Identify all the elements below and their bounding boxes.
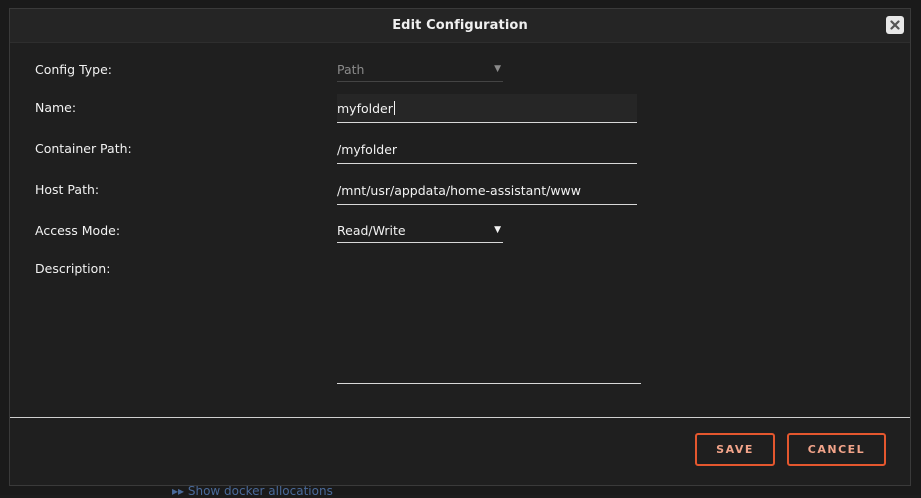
save-button[interactable]: SAVE xyxy=(695,433,775,466)
access-mode-select[interactable]: Read/Write ▼ xyxy=(337,221,503,243)
dialog-titlebar: Edit Configuration xyxy=(10,9,910,43)
text-cursor xyxy=(393,101,395,115)
container-path-value: /myfolder xyxy=(337,142,398,157)
description-label: Description: xyxy=(35,261,111,276)
edit-configuration-dialog: Edit Configuration Config Type: Path ▼ N… xyxy=(9,8,911,486)
container-path-input[interactable]: /myfolder xyxy=(337,135,637,164)
description-textarea[interactable] xyxy=(337,255,641,384)
access-mode-label: Access Mode: xyxy=(35,223,121,238)
name-input[interactable]: myfolder xyxy=(337,94,637,123)
host-path-label: Host Path: xyxy=(35,182,100,197)
container-path-label: Container Path: xyxy=(35,141,132,156)
cancel-button[interactable]: CANCEL xyxy=(787,433,886,466)
show-docker-allocations-link[interactable]: ▸▸ Show docker allocations xyxy=(172,484,333,498)
host-path-input[interactable]: /mnt/usr/appdata/home-assistant/www xyxy=(337,175,637,205)
config-type-select[interactable]: Path ▼ xyxy=(337,61,503,82)
host-path-value: /mnt/usr/appdata/home-assistant/www xyxy=(337,183,581,198)
name-label: Name: xyxy=(35,100,77,115)
chevron-down-icon: ▼ xyxy=(494,64,501,74)
footer-divider xyxy=(10,417,910,418)
dialog-title: Edit Configuration xyxy=(392,18,528,33)
close-icon xyxy=(890,20,900,30)
config-type-label: Config Type: xyxy=(35,62,113,77)
config-type-value: Path xyxy=(337,62,365,77)
access-mode-value: Read/Write xyxy=(337,223,406,238)
close-button[interactable] xyxy=(886,16,904,34)
chevron-down-icon: ▼ xyxy=(494,225,501,235)
name-value: myfolder xyxy=(337,101,393,116)
